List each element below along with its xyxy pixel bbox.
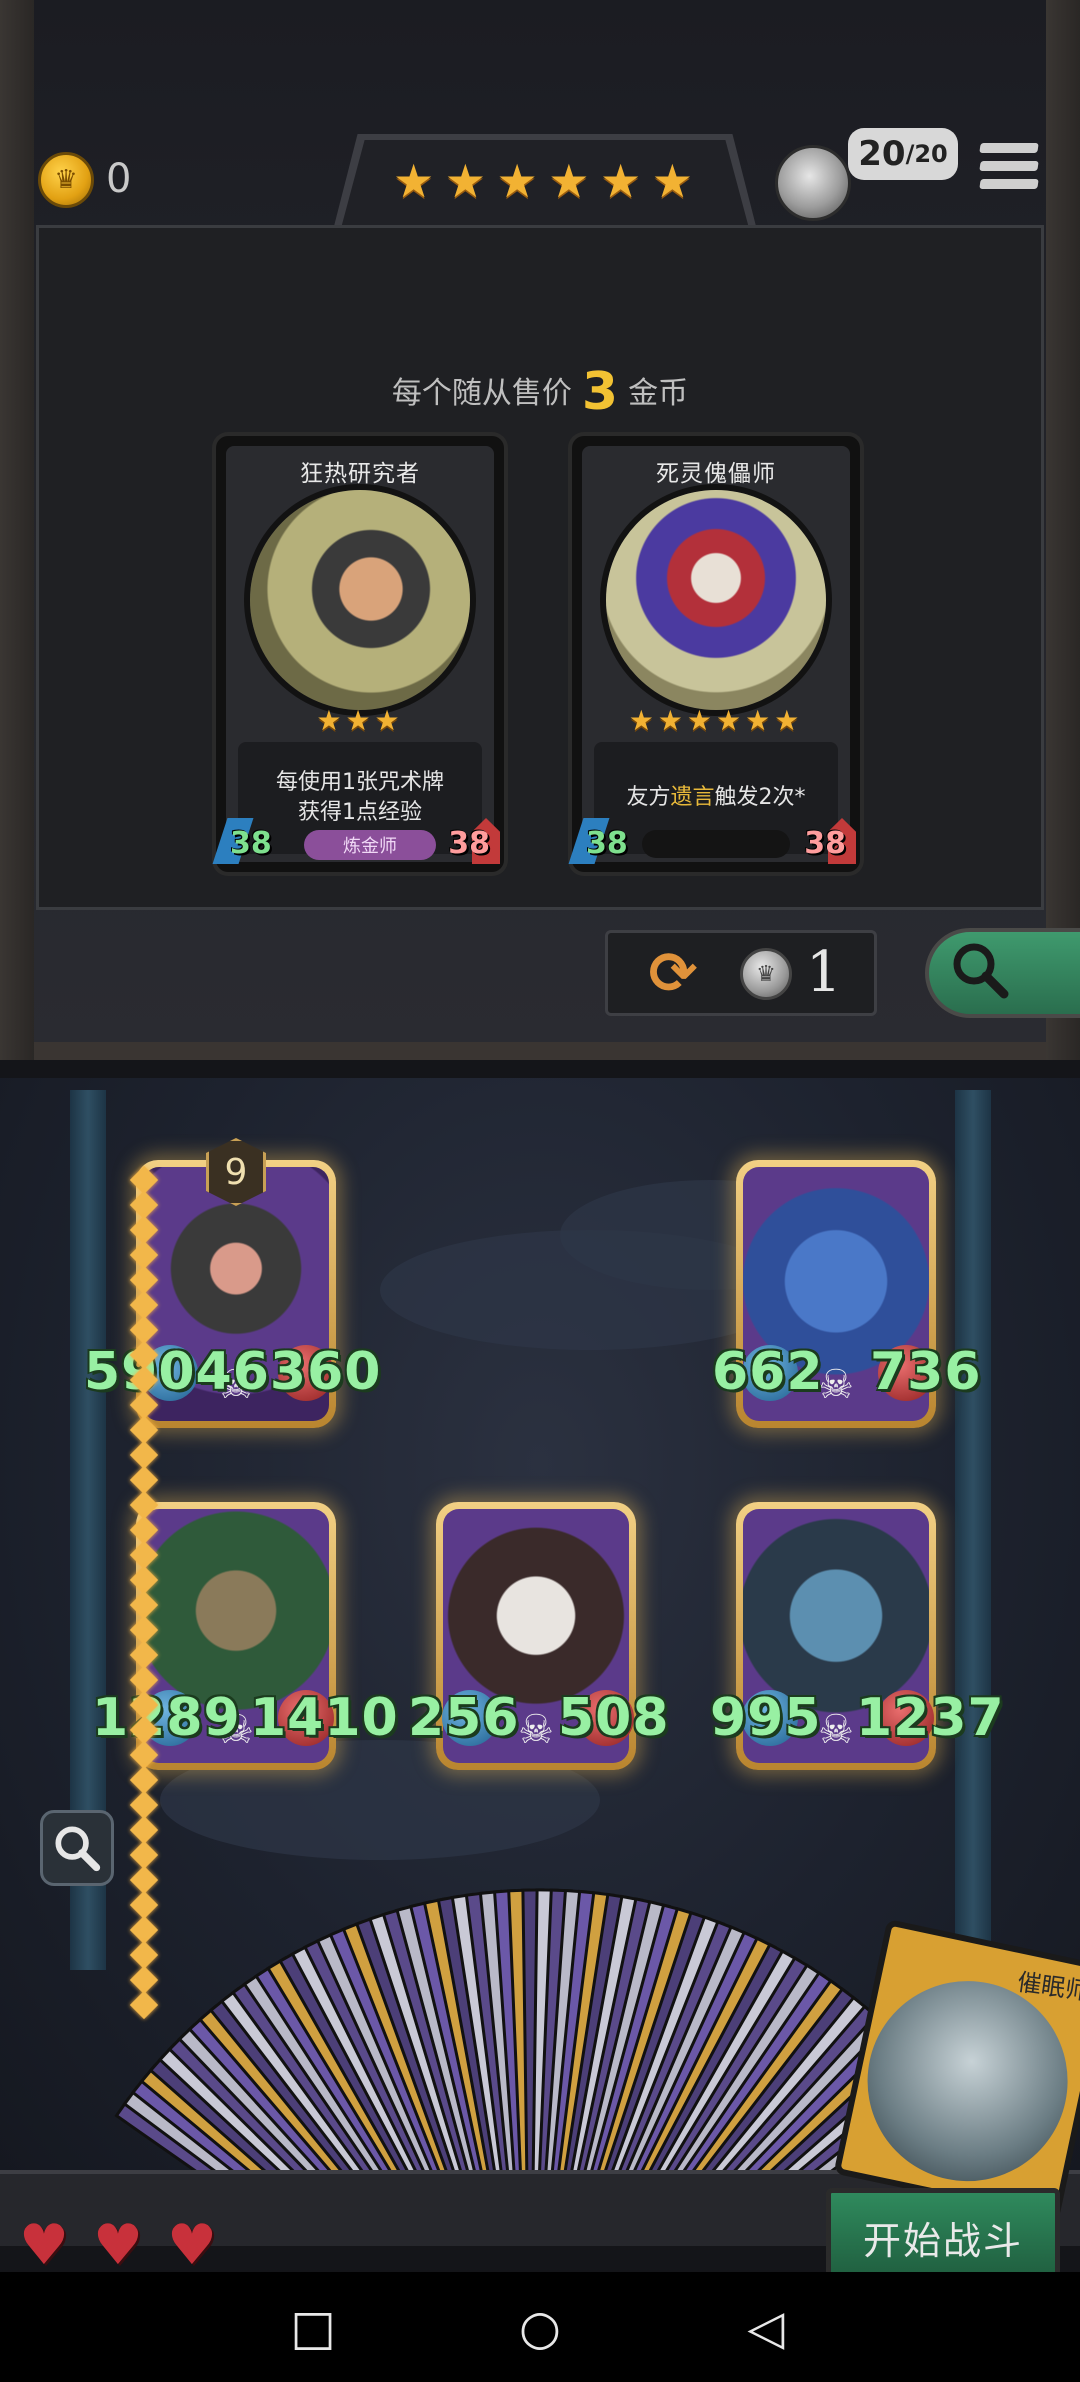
magnifier-icon (55, 1826, 101, 1872)
refresh-icon: ⟳ (648, 939, 698, 1007)
silver-coin-icon: ♛ (740, 948, 792, 1000)
minion-attack: 662 (712, 1342, 824, 1402)
card-stars: ★★★★★★ (628, 704, 804, 737)
card-tribe-tag: 炼金师 (304, 830, 436, 860)
card-name: 狂热研究者 (300, 461, 420, 487)
shop-card-2[interactable]: 死灵傀儡师 ★★★★★★ 友方遗言触发2次* 38 38 (568, 436, 860, 872)
recent-apps-button[interactable]: □ (285, 2300, 341, 2356)
card-stars: ★★★ (316, 704, 404, 737)
card-health: 38 (448, 826, 490, 861)
tier-star-icon: ★ (393, 154, 435, 208)
turn-counter: 20/20 (848, 128, 958, 180)
minion-health: 736 (870, 1342, 982, 1402)
board-pillar-right (955, 1090, 991, 1970)
price-suffix: 金币 (628, 376, 689, 411)
card-portrait-researcher (250, 490, 470, 710)
back-button[interactable]: ◁ (738, 2300, 794, 2356)
magnifier-icon (953, 943, 1009, 999)
home-button[interactable]: ○ (512, 2300, 568, 2356)
turn-max: /20 (905, 140, 948, 168)
card-attack: 38 (230, 826, 272, 861)
tier-star-icon: ★ (548, 154, 590, 208)
board-search-button[interactable] (40, 1810, 114, 1886)
hamburger-icon[interactable] (979, 143, 1039, 197)
lives-display: ♥ ♥ ♥ (14, 2213, 222, 2278)
card-tribe-tag-empty (642, 830, 790, 858)
shop-area (36, 225, 1044, 910)
skull-icon: ☠ (518, 1707, 554, 1753)
card-portrait-puppeteer (606, 490, 826, 710)
sell-price-info: 每个随从售价 3 金币 (0, 362, 1080, 422)
frame-left (0, 0, 34, 1060)
heart-icon: ♥ (18, 2213, 70, 2278)
minion-attack: 256 (408, 1688, 520, 1748)
opponent-avatar[interactable] (775, 145, 851, 221)
crown-coin-icon: ♛ (38, 152, 94, 208)
card-name: 死灵傀儡师 (656, 461, 776, 487)
card-health: 38 (804, 826, 846, 861)
deathrattle-keyword: 遗言 (670, 785, 715, 810)
tavern-tier-stars: ★ ★ ★ ★ ★ ★ (393, 158, 693, 204)
heart-icon: ♥ (92, 2213, 144, 2278)
price-prefix: 每个随从售价 (391, 376, 572, 411)
minion-attack: 995 (710, 1688, 822, 1748)
card-attack: 38 (586, 826, 628, 861)
shop-card-1[interactable]: 狂热研究者 ★★★ 每使用1张咒术牌 获得1点经验 38 38 炼金师 (212, 436, 504, 872)
tier-star-icon: ★ (651, 154, 693, 208)
tier-star-icon: ★ (496, 154, 538, 208)
minion-health: 1410 (250, 1688, 399, 1748)
minion-attack: 1289 (92, 1688, 241, 1748)
skull-icon: ☠ (818, 1707, 854, 1753)
refresh-cost: 1 (806, 940, 842, 1005)
card-desc-line-2: 获得1点经验 (298, 800, 422, 825)
minion-health: 1237 (856, 1688, 1005, 1748)
tier-star-icon: ★ (444, 154, 486, 208)
turn-current: 20 (858, 134, 906, 174)
card-desc-post: 触发2次* (714, 785, 806, 810)
gold-count: 0 (106, 156, 132, 202)
card-desc-pre: 友方 (626, 785, 671, 810)
frame-right (1046, 0, 1080, 1060)
heart-icon: ♥ (166, 2213, 218, 2278)
minion-stats: 59046360 (84, 1342, 382, 1402)
card-desc-line-1: 每使用1张咒术牌 (276, 770, 444, 795)
minion-health: 508 (558, 1688, 670, 1748)
tier-star-icon: ★ (600, 154, 642, 208)
price-value: 3 (581, 362, 619, 422)
